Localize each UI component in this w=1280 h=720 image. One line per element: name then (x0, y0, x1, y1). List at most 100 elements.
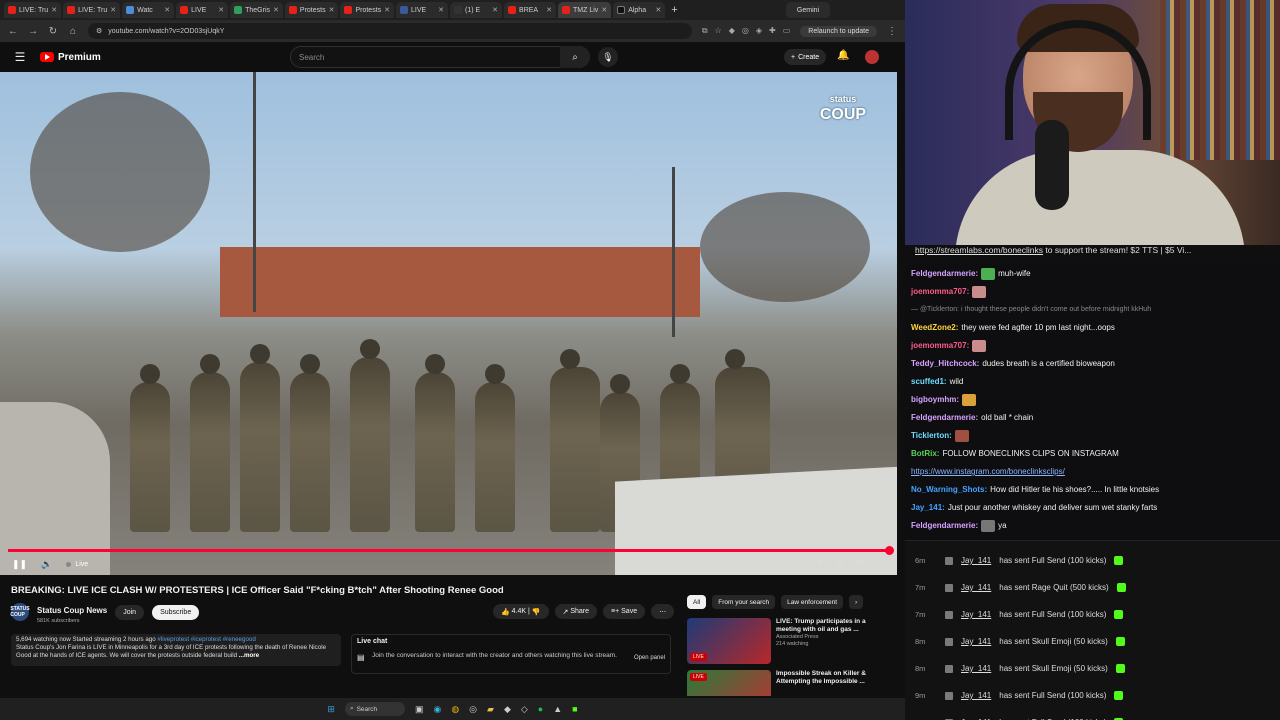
like-button[interactable]: 👍 4.4K | 👎 (493, 604, 549, 619)
video-progress-bar[interactable] (8, 546, 894, 555)
gemini-button[interactable]: Gemini (786, 2, 830, 18)
chat-username[interactable]: joemomma707: (911, 341, 969, 351)
new-tab-icon[interactable]: + (671, 4, 677, 16)
app-icon[interactable]: ◆ (504, 704, 511, 715)
chat-username[interactable]: BotRix: (911, 449, 939, 459)
event-username[interactable]: Jay_141 (961, 691, 991, 700)
reload-icon[interactable]: ↻ (48, 26, 58, 37)
browser-tab[interactable]: Watc ✕ (122, 2, 175, 18)
event-username[interactable]: Jay_141 (961, 583, 991, 592)
chat-username[interactable]: Feldgendarmerie: (911, 521, 978, 531)
close-icon[interactable]: ✕ (655, 6, 661, 14)
more-actions-icon[interactable]: ⋯ (651, 604, 675, 619)
close-icon[interactable]: ✕ (218, 6, 224, 14)
close-icon[interactable]: ✕ (546, 6, 552, 14)
save-button[interactable]: ≡+ Save (603, 604, 646, 619)
description-hashtags[interactable]: #liveprotest #iceprotest #reneegood (157, 636, 255, 643)
browser-tab[interactable]: (1) E ✕ (450, 2, 503, 18)
ticker-link[interactable]: https://streamlabs.com/boneclinks (915, 245, 1043, 255)
close-icon[interactable]: ✕ (51, 6, 57, 14)
theater-mode-icon[interactable]: ▭ (856, 556, 865, 567)
more-options-icon[interactable]: ⋮ (887, 26, 897, 37)
browser-tab[interactable]: LIVE: Tru ✕ (4, 2, 62, 18)
chat-username[interactable]: bigboymhm: (911, 395, 959, 405)
edge-icon[interactable]: ◉ (433, 704, 441, 715)
app-icon[interactable]: ▲ (553, 704, 562, 714)
browser-tab[interactable]: TheGris ✕ (230, 2, 283, 18)
chevron-right-icon[interactable]: › (849, 595, 864, 609)
channel-info[interactable]: Status Coup News 581K subscribers (37, 600, 107, 624)
video-thumbnail[interactable]: LIVE (687, 670, 771, 696)
chat-username[interactable]: joemomma707: (911, 287, 969, 297)
browser-tab-active[interactable]: TMZ Liv ✕ (558, 2, 612, 18)
youtube-logo[interactable]: Premium (40, 52, 101, 63)
chat-username[interactable]: Feldgendarmerie: (911, 269, 978, 279)
taskbar-search[interactable]: ⌕ Search (344, 702, 405, 716)
show-more-link[interactable]: ...more (239, 652, 259, 659)
back-icon[interactable]: ← (8, 26, 18, 37)
browser-tab[interactable]: LIVE: Tru ✕ (63, 2, 121, 18)
folder-icon[interactable]: ▰ (487, 704, 494, 715)
recommended-video[interactable]: LIVE LIVE: Trump participates in a meeti… (687, 618, 892, 666)
close-icon[interactable]: ✕ (438, 6, 444, 14)
browser-tab[interactable]: BREA ✕ (504, 2, 557, 18)
close-icon[interactable]: ✕ (110, 6, 116, 14)
bookmark-star-icon[interactable]: ☆ (715, 26, 722, 36)
fullscreen-icon[interactable]: ⛶ (877, 556, 883, 567)
home-icon[interactable]: ⌂ (68, 26, 78, 37)
extension-icon[interactable]: ◎ (742, 26, 749, 36)
url-field[interactable]: ⚙ youtube.com/watch?v=2OD03sjUqkY (88, 23, 692, 39)
close-icon[interactable]: ✕ (492, 6, 498, 14)
chat-username[interactable]: Feldgendarmerie: (911, 413, 978, 423)
event-username[interactable]: Jay_141 (961, 556, 991, 565)
event-username[interactable]: Jay_141 (961, 637, 991, 646)
description-box[interactable]: 5,694 watching now Started streaming 2 h… (11, 634, 341, 666)
chrome-icon[interactable]: ◍ (451, 704, 459, 715)
chip-from-your-search[interactable]: From your search (712, 595, 776, 609)
video-player[interactable]: status COUP ❚❚ 🔊 Live ◐ ⚙ ▭ ⛶ (0, 72, 897, 575)
install-icon[interactable]: ⧉ (702, 26, 708, 36)
extension-icon[interactable]: ◆ (729, 26, 735, 36)
open-panel-button[interactable]: Open panel (634, 655, 665, 661)
chat-link[interactable]: https://www.instagram.com/boneclinksclip… (911, 467, 1065, 477)
close-icon[interactable]: ✕ (164, 6, 170, 14)
browser-tab[interactable]: Protests ✕ (284, 2, 339, 18)
channel-name[interactable]: Status Coup News (37, 606, 107, 615)
channel-avatar[interactable]: STATUS COUP (10, 603, 30, 621)
puzzle-icon[interactable]: ✚ (769, 26, 776, 36)
recommended-title[interactable]: LIVE: Trump participates in a meeting wi… (776, 618, 892, 634)
chip-law-enforcement[interactable]: Law enforcement (781, 595, 844, 609)
pause-icon[interactable]: ❚❚ (12, 559, 27, 570)
app-icon[interactable]: ◇ (521, 704, 528, 715)
subscribe-button[interactable]: Subscribe (152, 604, 200, 620)
search-icon[interactable]: ⌕ (560, 46, 590, 68)
browser-tab[interactable]: Protests ✕ (340, 2, 395, 18)
chat-username[interactable]: Teddy_Hitchcock: (911, 359, 979, 369)
recommended-title[interactable]: Impossible Streak on Killer & Attempting… (776, 670, 892, 686)
chat-username[interactable]: WeedZone2: (911, 323, 958, 333)
video-thumbnail[interactable]: LIVE (687, 618, 771, 664)
windows-start-icon[interactable]: ⊞ (327, 704, 335, 715)
chat-username[interactable]: No_Warning_Shots: (911, 485, 987, 495)
browser-tab[interactable]: Alpha ✕ (613, 2, 666, 18)
close-icon[interactable]: ✕ (329, 6, 335, 14)
notification-bell-icon[interactable]: 🔔 (837, 50, 849, 61)
close-icon[interactable]: ✕ (384, 6, 390, 14)
hamburger-menu-icon[interactable]: ☰ (0, 50, 40, 64)
search-input[interactable]: Search (290, 46, 590, 68)
close-icon[interactable]: ✕ (273, 6, 279, 14)
volume-icon[interactable]: 🔊 (41, 559, 52, 570)
forward-icon[interactable]: → (28, 26, 38, 37)
sidebar-icon[interactable]: ▭ (783, 26, 791, 36)
create-button[interactable]: + Create (784, 49, 827, 65)
live-indicator[interactable]: Live (66, 561, 88, 568)
relaunch-button[interactable]: Relaunch to update (800, 25, 877, 37)
obs-icon[interactable]: ◎ (469, 704, 477, 715)
close-icon[interactable]: ✕ (601, 6, 607, 14)
extension-icon[interactable]: ◈ (756, 26, 762, 36)
spotify-icon[interactable]: ● (538, 704, 543, 714)
site-info-icon[interactable]: ⚙ (96, 27, 102, 35)
autoplay-toggle-icon[interactable]: ◐ (819, 556, 824, 567)
browser-tab[interactable]: LIVE ✕ (396, 2, 449, 18)
app-icon[interactable]: ■ (572, 704, 577, 714)
